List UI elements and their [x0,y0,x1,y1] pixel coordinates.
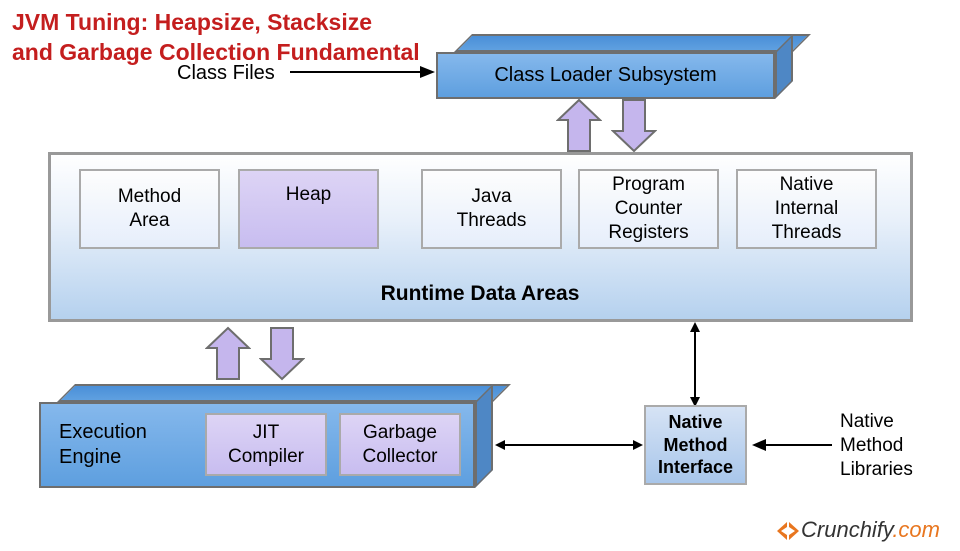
execution-engine-label: Execution Engine [59,420,147,470]
crunchify-logo: Crunchify.com [777,517,940,543]
arrow-classfiles-to-loader [290,56,435,86]
class-files-label: Class Files [177,62,275,85]
java-threads-box: Java Threads [421,169,562,249]
chevron-icon [777,522,799,540]
arrow-runtime-nmi [685,322,705,407]
jit-compiler-box: JIT Compiler [205,413,327,476]
jit-compiler-label: JIT Compiler [228,421,304,469]
native-threads-label: Native Internal Threads [772,173,842,244]
method-area-box: Method Area [79,169,220,249]
native-method-interface-box: Native Method Interface [644,405,747,485]
logo-text2: .com [892,517,940,542]
garbage-collector-label: Garbage Collector [363,421,438,469]
arrow-exec-nmi [495,435,643,455]
arrow-nml-to-nmi [752,435,832,455]
native-method-libraries-label: Native Method Libraries [840,410,913,481]
heap-box: Heap [238,169,379,249]
class-loader-label: Class Loader Subsystem [494,64,716,87]
block-arrow-up-1 [556,98,602,153]
logo-text1: Crunchify [801,517,892,542]
nmi-label: Native Method Interface [658,411,733,479]
block-arrow-up-2 [205,326,251,381]
pc-registers-label: Program Counter Registers [608,173,688,244]
runtime-title: Runtime Data Areas [370,282,590,306]
garbage-collector-box: Garbage Collector [339,413,461,476]
java-threads-label: Java Threads [457,185,527,233]
heap-label: Heap [286,183,331,207]
title-line1: JVM Tuning: Heapsize, Stacksize [12,9,372,35]
block-arrow-down-1 [611,98,657,153]
native-threads-box: Native Internal Threads [736,169,877,249]
pc-registers-box: Program Counter Registers [578,169,719,249]
block-arrow-down-2 [259,326,305,381]
method-area-label: Method Area [118,185,181,233]
